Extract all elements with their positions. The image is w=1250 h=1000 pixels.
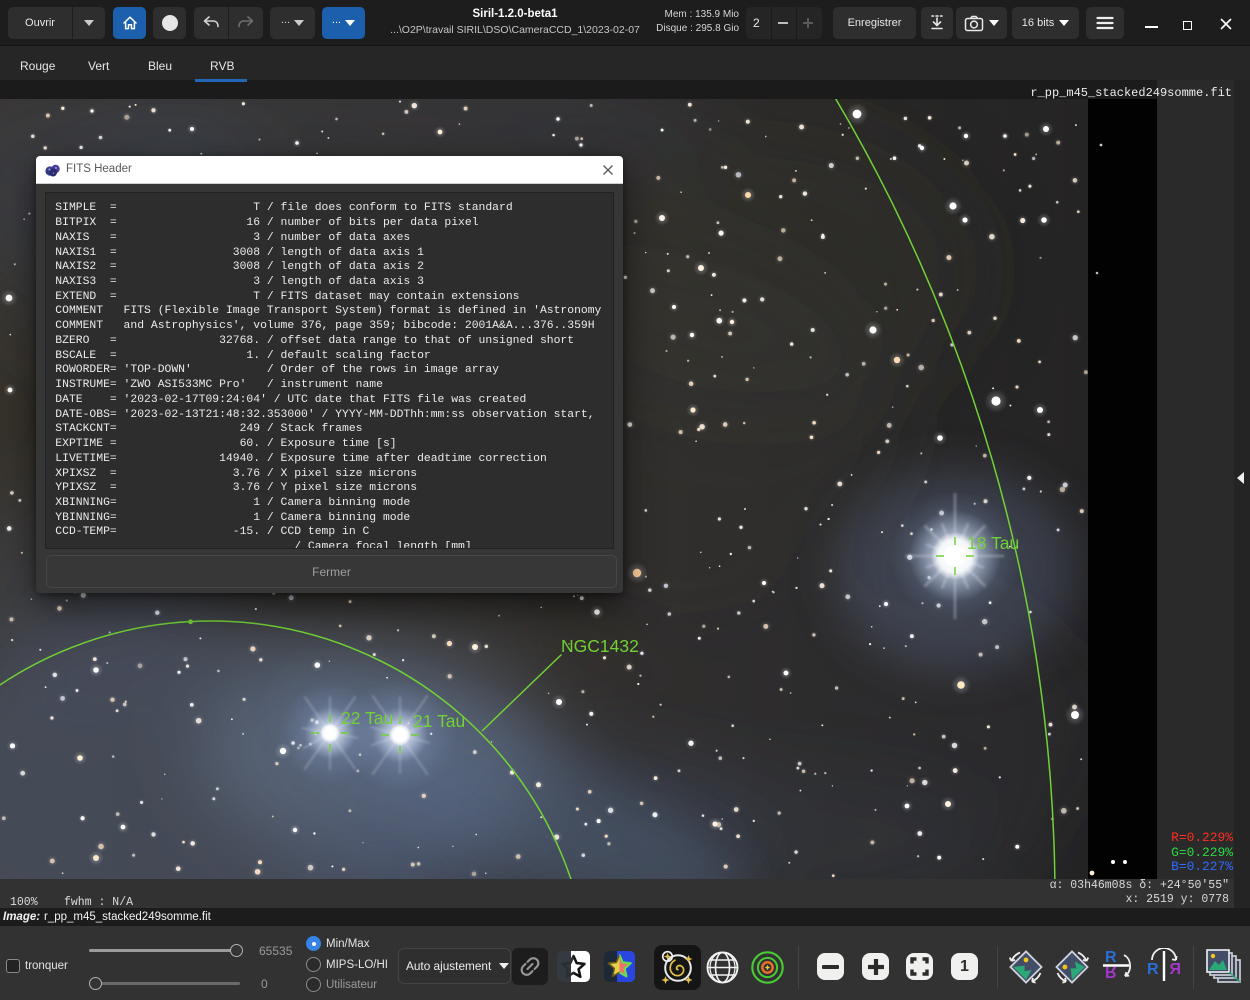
- svg-text:NGC1432: NGC1432: [561, 636, 639, 656]
- svg-text:R: R: [1169, 961, 1181, 978]
- svg-text:R: R: [1147, 961, 1159, 978]
- svg-text:22 Tau: 22 Tau: [341, 708, 393, 728]
- svg-text:21 Tau: 21 Tau: [413, 711, 465, 731]
- svg-text:18 Tau: 18 Tau: [967, 533, 1019, 553]
- svg-text:r_pp_m45_stacked249somme.fit: r_pp_m45_stacked249somme.fit: [1030, 86, 1232, 100]
